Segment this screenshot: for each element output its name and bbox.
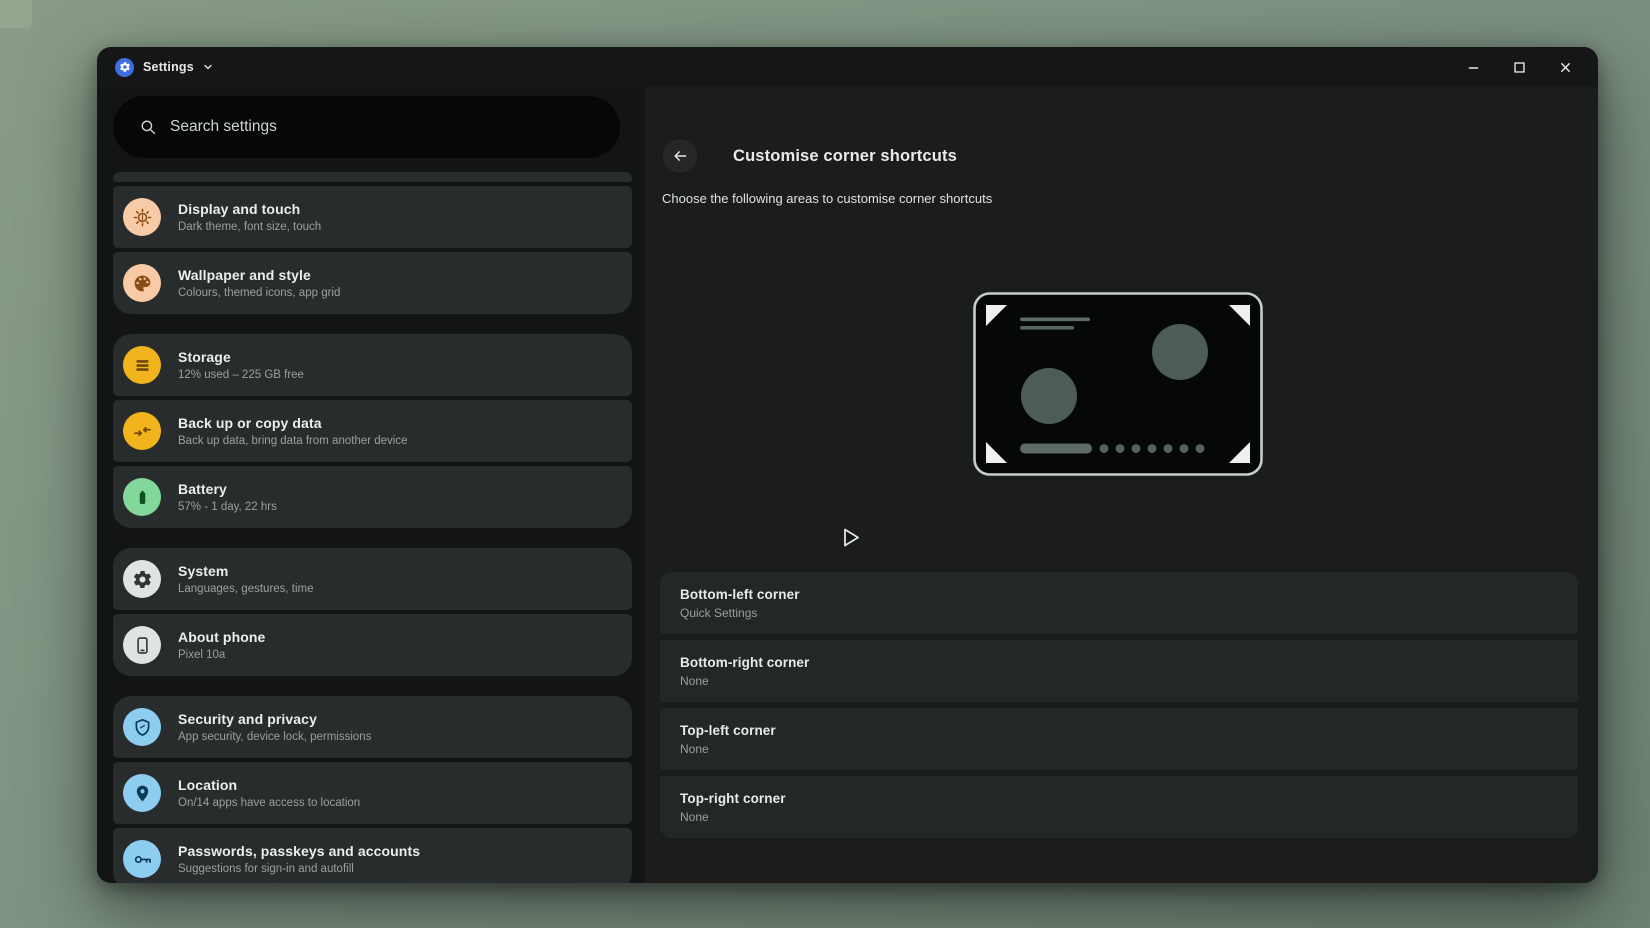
desktop-corner-accent <box>0 0 32 28</box>
titlebar: Settings <box>97 47 1598 87</box>
shortcut-item-top-right[interactable]: Top-right corner None <box>660 776 1578 838</box>
sidebar-item-subtitle: On/14 apps have access to location <box>178 797 360 809</box>
sidebar-item-title: Display and touch <box>178 201 321 217</box>
sidebar-item-title: Back up or copy data <box>178 415 408 431</box>
sidebar-item-display-and-touch[interactable]: Display and touch Dark theme, font size,… <box>113 186 632 248</box>
sidebar-item-texts: About phone Pixel 10a <box>178 629 265 661</box>
sidebar-group-display: Display and touch Dark theme, font size,… <box>113 186 632 314</box>
shortcut-title: Bottom-left corner <box>680 587 1554 602</box>
sidebar-item-system[interactable]: System Languages, gestures, time <box>113 548 632 610</box>
sidebar-item-security-and-privacy[interactable]: Security and privacy App security, devic… <box>113 696 632 758</box>
shortcut-item-bottom-right[interactable]: Bottom-right corner None <box>660 640 1578 702</box>
chevron-down-icon[interactable] <box>202 61 214 73</box>
sidebar-item-storage[interactable]: Storage 12% used – 225 GB free <box>113 334 632 396</box>
phone-icon <box>123 626 161 664</box>
search-icon <box>139 118 157 136</box>
shortcut-title: Top-left corner <box>680 723 1554 738</box>
mouse-cursor-icon <box>838 525 864 551</box>
sidebar-item-subtitle: 12% used – 225 GB free <box>178 369 304 381</box>
storage-icon <box>123 346 161 384</box>
sidebar-item-title: Passwords, passkeys and accounts <box>178 843 420 859</box>
sidebar-item-subtitle: 57% - 1 day, 22 hrs <box>178 501 277 513</box>
shortcut-value: None <box>680 810 1554 824</box>
sidebar-item-location[interactable]: Location On/14 apps have access to locat… <box>113 762 632 824</box>
palette-icon <box>123 264 161 302</box>
gear-icon <box>123 560 161 598</box>
search-bar[interactable] <box>113 96 620 158</box>
sidebar-item-texts: Back up or copy data Back up data, bring… <box>178 415 408 447</box>
shortcut-value: None <box>680 674 1554 688</box>
sidebar-item-texts: Display and touch Dark theme, font size,… <box>178 201 321 233</box>
sidebar-item-subtitle: App security, device lock, permissions <box>178 731 371 743</box>
battery-icon <box>123 478 161 516</box>
key-icon <box>123 840 161 878</box>
minimize-button[interactable] <box>1458 52 1488 82</box>
shortcut-title: Top-right corner <box>680 791 1554 806</box>
panel-header: Customise corner shortcuts <box>663 139 957 173</box>
gear-icon <box>119 61 131 73</box>
sidebar-item-texts: Storage 12% used – 225 GB free <box>178 349 304 381</box>
sidebar-item-title: Security and privacy <box>178 711 371 727</box>
sidebar-item-texts: Battery 57% - 1 day, 22 hrs <box>178 481 277 513</box>
sidebar-item-texts: Security and privacy App security, devic… <box>178 711 371 743</box>
sidebar-group-system: System Languages, gestures, time About p… <box>113 548 632 676</box>
sidebar-item-texts: System Languages, gestures, time <box>178 563 314 595</box>
shortcut-item-bottom-left[interactable]: Bottom-left corner Quick Settings <box>660 572 1578 634</box>
sidebar-group-storage: Storage 12% used – 225 GB free Back up o… <box>113 334 632 528</box>
sidebar-item-subtitle: Colours, themed icons, app grid <box>178 287 340 299</box>
sidebar-item-title: Battery <box>178 481 277 497</box>
close-button[interactable] <box>1550 52 1580 82</box>
backup-arrows-icon <box>123 412 161 450</box>
shortcut-item-top-left[interactable]: Top-left corner None <box>660 708 1578 770</box>
sidebar-item-title: Location <box>178 777 360 793</box>
shortcut-title: Bottom-right corner <box>680 655 1554 670</box>
sidebar-item-subtitle: Languages, gestures, time <box>178 583 314 595</box>
list-item-partial[interactable] <box>113 172 632 182</box>
sidebar-item-wallpaper-and-style[interactable]: Wallpaper and style Colours, themed icon… <box>113 252 632 314</box>
corner-shortcuts-panel: Customise corner shortcuts Choose the fo… <box>645 87 1598 883</box>
page-description: Choose the following areas to customise … <box>662 191 992 206</box>
search-input[interactable] <box>170 118 570 136</box>
sidebar-item-backup[interactable]: Back up or copy data Back up data, bring… <box>113 400 632 462</box>
back-arrow-icon <box>671 147 689 165</box>
sidebar-item-title: Storage <box>178 349 304 365</box>
sidebar-item-texts: Passwords, passkeys and accounts Suggest… <box>178 843 420 875</box>
sidebar-item-subtitle: Suggestions for sign-in and autofill <box>178 863 420 875</box>
sidebar-item-texts: Location On/14 apps have access to locat… <box>178 777 360 809</box>
maximize-button[interactable] <box>1504 52 1534 82</box>
sidebar-item-subtitle: Dark theme, font size, touch <box>178 221 321 233</box>
device-corners-illustration <box>973 292 1263 476</box>
sidebar-item-texts: Wallpaper and style Colours, themed icon… <box>178 267 340 299</box>
sidebar-item-passwords[interactable]: Passwords, passkeys and accounts Suggest… <box>113 828 632 883</box>
brightness-icon <box>123 198 161 236</box>
back-button[interactable] <box>663 139 697 173</box>
location-pin-icon <box>123 774 161 812</box>
sidebar-group-security: Security and privacy App security, devic… <box>113 696 632 883</box>
sidebar-item-subtitle: Pixel 10a <box>178 649 265 661</box>
maximize-icon <box>1513 61 1526 74</box>
sidebar: Display and touch Dark theme, font size,… <box>97 87 645 883</box>
minimize-icon <box>1467 61 1480 74</box>
sidebar-item-title: Wallpaper and style <box>178 267 340 283</box>
shortcut-value: Quick Settings <box>680 606 1554 620</box>
window-title: Settings <box>143 60 194 74</box>
shield-icon <box>123 708 161 746</box>
settings-app-icon <box>115 58 134 77</box>
close-icon <box>1559 61 1572 74</box>
sidebar-item-subtitle: Back up data, bring data from another de… <box>178 435 408 447</box>
sidebar-item-title: System <box>178 563 314 579</box>
page-title: Customise corner shortcuts <box>733 147 957 166</box>
settings-window: Settings <box>97 47 1598 883</box>
shortcut-list: Bottom-left corner Quick Settings Bottom… <box>660 572 1578 838</box>
sidebar-item-title: About phone <box>178 629 265 645</box>
sidebar-item-battery[interactable]: Battery 57% - 1 day, 22 hrs <box>113 466 632 528</box>
shortcut-value: None <box>680 742 1554 756</box>
sidebar-item-about-phone[interactable]: About phone Pixel 10a <box>113 614 632 676</box>
